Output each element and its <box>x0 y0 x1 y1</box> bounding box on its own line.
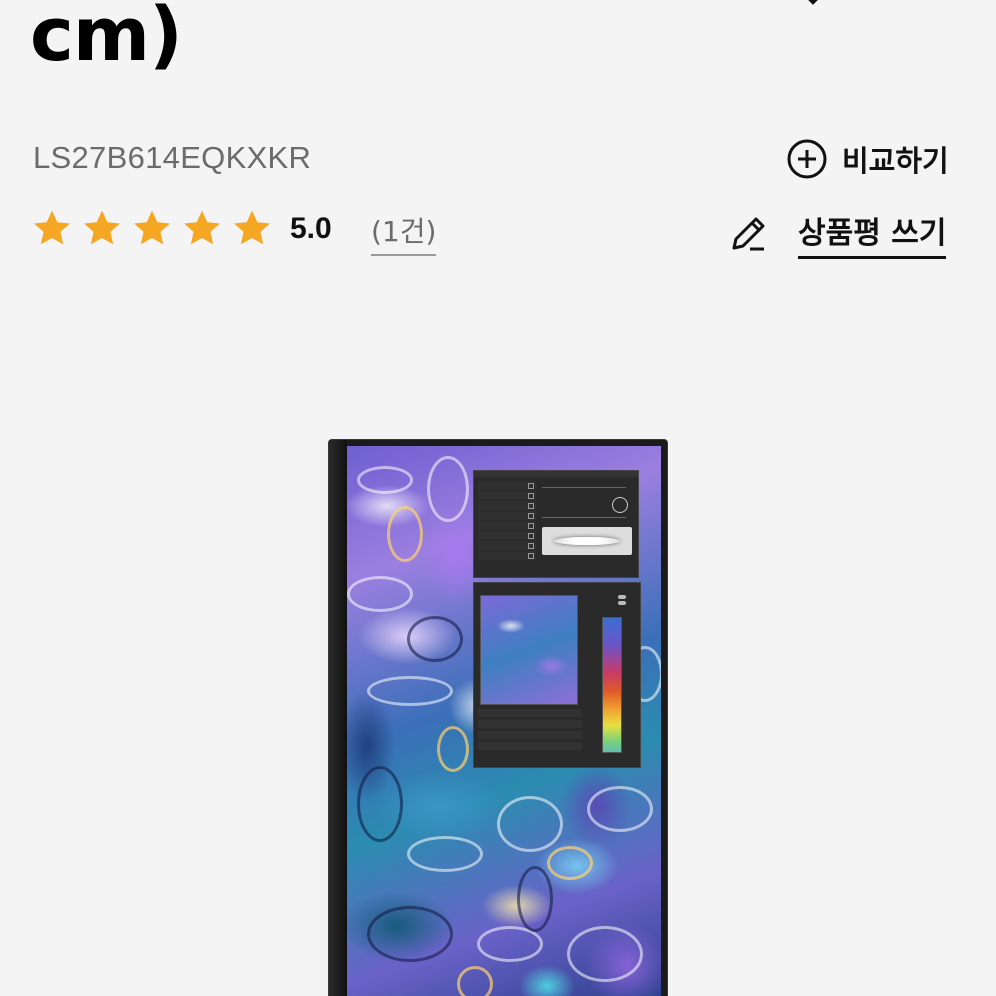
product-title-fragment: cm) <box>30 0 183 78</box>
navigator-thumbnail <box>480 595 578 705</box>
compare-button[interactable]: 비교하기 <box>786 138 949 180</box>
star-icon <box>134 210 170 245</box>
model-code: LS27B614EQKXKR <box>33 140 312 175</box>
star-icon <box>84 210 120 245</box>
product-detail-page: cm) LS27B614EQKXKR 5.0 (1건) 비교하기 상품평 쓰기 <box>0 0 996 996</box>
plus-circle-icon <box>787 139 827 179</box>
brush-settings-panel <box>473 470 639 578</box>
pencil-icon <box>732 217 765 250</box>
navigator-panel <box>473 582 641 768</box>
star-icon <box>184 210 220 245</box>
star-icon <box>234 210 270 245</box>
color-gradient-bar <box>602 617 622 753</box>
star-icon <box>34 210 70 245</box>
chevron-down-icon[interactable] <box>800 0 826 8</box>
compare-label: 비교하기 <box>842 144 949 178</box>
write-review-label: 상품평 쓰기 <box>798 208 947 259</box>
monitor-bezel-edge <box>329 440 347 996</box>
monitor-screen-artwork <box>347 446 661 996</box>
write-review-button[interactable]: 상품평 쓰기 <box>726 208 947 259</box>
rating-value: 5.0 <box>290 212 332 245</box>
review-count-link[interactable]: (1건) <box>371 210 437 256</box>
rating-stars <box>30 207 274 251</box>
